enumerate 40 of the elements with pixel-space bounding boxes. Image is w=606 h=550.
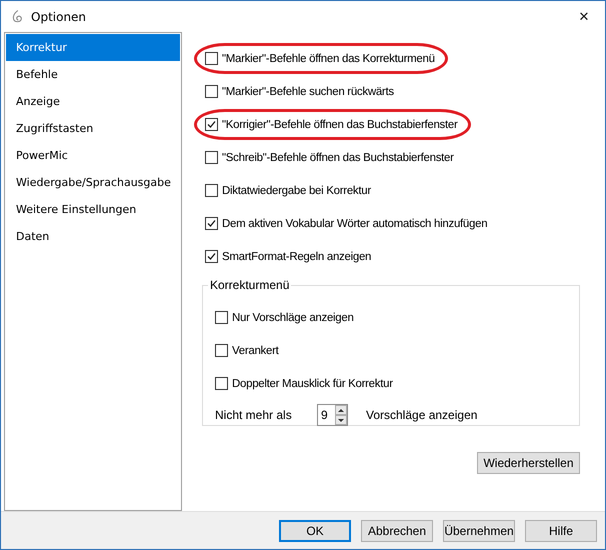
sidebar-item[interactable]: Weitere Einstellungen xyxy=(6,196,180,223)
limit-suffix: Vorschläge anzeigen xyxy=(366,408,478,422)
dialog-button[interactable]: Übernehmen xyxy=(443,520,515,542)
checkbox[interactable] xyxy=(205,85,218,98)
sidebar-item[interactable]: Anzeige xyxy=(6,88,180,115)
checkbox-label: "Korrigier"-Befehle öffnen das Buchstabierfenster xyxy=(222,118,458,130)
checkbox-label: Nur Vorschläge anzeigen xyxy=(232,312,354,324)
sidebar-item[interactable]: Korrektur xyxy=(6,34,180,61)
checkbox-label: Verankert xyxy=(232,344,279,356)
checkbox[interactable] xyxy=(205,52,218,65)
checkbox-label: Dem aktiven Vokabular Wörter automatisch hinzufügen xyxy=(222,218,488,230)
dialog-button[interactable]: OK xyxy=(279,520,351,542)
sidebar-item[interactable]: Daten xyxy=(6,223,180,250)
checkbox-label: "Markier"-Befehle öffnen das Korrekturmenü xyxy=(222,52,435,64)
dialog-button[interactable]: Abbrechen xyxy=(361,520,433,542)
checkbox[interactable] xyxy=(205,184,218,197)
group-title: Korrekturmenü xyxy=(208,278,292,292)
flame-icon xyxy=(11,9,23,24)
sidebar-item[interactable]: PowerMic xyxy=(6,142,180,169)
checkbox-label: Doppelter Mausklick für Korrektur xyxy=(232,378,393,390)
checkbox[interactable] xyxy=(215,344,228,357)
checkbox-label: SmartFormat-Regeln anzeigen xyxy=(222,250,372,262)
checkbox-label: "Schreib"-Befehle öffnen das Buchstabierfenster xyxy=(222,152,454,164)
sidebar-item[interactable]: Wiedergabe/Sprachausgabe xyxy=(6,169,180,196)
limit-label: Nicht mehr als xyxy=(215,408,293,422)
checkbox-label: "Markier"-Befehle suchen rückwärts xyxy=(222,86,394,98)
checkbox[interactable] xyxy=(215,377,228,390)
sidebar-item[interactable]: Zugriffstasten xyxy=(6,115,180,142)
close-button[interactable]: ✕ xyxy=(569,9,599,24)
window-title: Optionen xyxy=(31,10,88,24)
checkbox[interactable] xyxy=(215,311,228,324)
checkbox[interactable] xyxy=(205,118,218,131)
restore-button[interactable]: Wiederherstellen xyxy=(477,452,580,474)
checkbox-label: Diktatwiedergabe bei Korrektur xyxy=(222,184,371,196)
sidebar-item[interactable]: Befehle xyxy=(6,61,180,88)
checkbox[interactable] xyxy=(205,151,218,164)
checkbox[interactable] xyxy=(205,250,218,263)
checkbox[interactable] xyxy=(205,217,218,230)
number-spinner[interactable]: 9 xyxy=(317,404,348,426)
dialog-button[interactable]: Hilfe xyxy=(525,520,597,542)
